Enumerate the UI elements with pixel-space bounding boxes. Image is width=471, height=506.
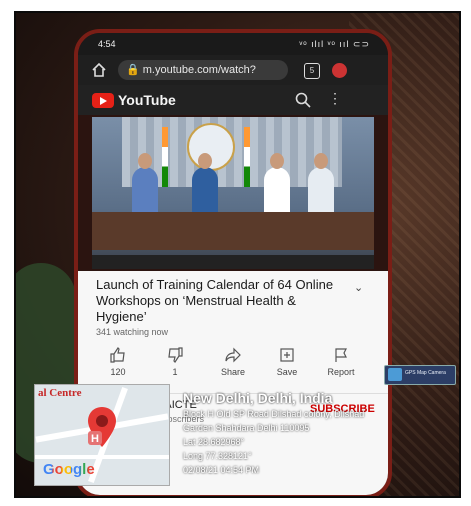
status-bar: 4:54 ᵛᵒ ılıl ᵛᵒ ııl ⊂⊃: [78, 33, 388, 55]
youtube-header: YouTube ⋮: [78, 85, 388, 115]
browser-toolbar: 🔒 m.youtube.com/watch? 5: [78, 55, 388, 85]
badge-label: GPS Map Camera: [405, 370, 446, 376]
live-viewers: 341 watching now: [96, 327, 169, 337]
dislike-button[interactable]: 1: [150, 347, 200, 377]
status-icons: ᵛᵒ ılıl ᵛᵒ ııl ⊂⊃: [299, 39, 370, 49]
latitude: Lat 28.682968°: [183, 437, 245, 447]
google-logo: Google: [43, 461, 95, 478]
url-text: m.youtube.com/watch?: [142, 64, 256, 76]
browser-menu-icon[interactable]: [332, 63, 347, 78]
report-button[interactable]: Report: [316, 347, 366, 377]
report-label: Report: [327, 367, 355, 377]
thumbs-down-icon: [168, 347, 183, 363]
url-bar[interactable]: 🔒 m.youtube.com/watch?: [118, 60, 288, 80]
share-icon: [225, 347, 241, 363]
flag: [162, 127, 168, 187]
address-line: Garden Shahdara Delhi 110095: [183, 423, 310, 433]
save-label: Save: [276, 367, 298, 377]
gps-location-info: New Delhi, Delhi, India Block H Old SP R…: [183, 390, 423, 477]
youtube-brand[interactable]: YouTube: [118, 92, 176, 108]
gps-map-camera-badge: GPS Map Camera: [384, 365, 456, 385]
video-player[interactable]: [92, 117, 374, 269]
conference-table: [92, 212, 374, 250]
map-thumbnail: al Centre H Google: [34, 384, 170, 486]
map-road: [35, 455, 169, 459]
person: [264, 153, 290, 217]
camera-app-icon: [388, 368, 402, 381]
timestamp: 02/08/21 04:54 PM: [183, 465, 260, 475]
address-line: Block H Old SP Road Dilshad colony, Dils…: [183, 409, 365, 419]
save-button[interactable]: Save: [262, 347, 312, 377]
home-icon[interactable]: [90, 61, 108, 79]
status-time: 4:54: [98, 39, 116, 49]
person: [132, 153, 158, 217]
share-button[interactable]: Share: [208, 347, 258, 377]
more-options-icon[interactable]: ⋮: [328, 90, 342, 107]
map-place-label: al Centre: [38, 387, 82, 399]
like-button[interactable]: 120: [93, 347, 143, 377]
location-city: New Delhi, Delhi, India: [183, 390, 333, 406]
video-title[interactable]: Launch of Training Calendar of 64 Online…: [96, 277, 346, 325]
youtube-logo-icon[interactable]: [92, 93, 114, 108]
thumbs-up-icon: [110, 347, 125, 363]
save-icon: [280, 348, 294, 362]
share-label: Share: [220, 367, 246, 377]
tabs-icon[interactable]: 5: [304, 63, 320, 79]
chevron-down-icon[interactable]: ⌄: [354, 281, 363, 294]
map-pin-icon: H: [88, 407, 116, 447]
like-count: 120: [110, 367, 126, 377]
dislike-count: 1: [172, 367, 178, 377]
svg-text:H: H: [91, 433, 99, 445]
person: [308, 153, 334, 217]
google-wordmark: Google: [43, 461, 95, 478]
lock-icon: 🔒: [126, 64, 143, 76]
search-icon[interactable]: [294, 91, 312, 109]
longitude: Long 77.328121°: [183, 451, 252, 461]
person: [192, 153, 218, 217]
flag-icon: [335, 348, 347, 362]
video-participant-strip: [92, 255, 374, 269]
flag: [244, 127, 250, 187]
